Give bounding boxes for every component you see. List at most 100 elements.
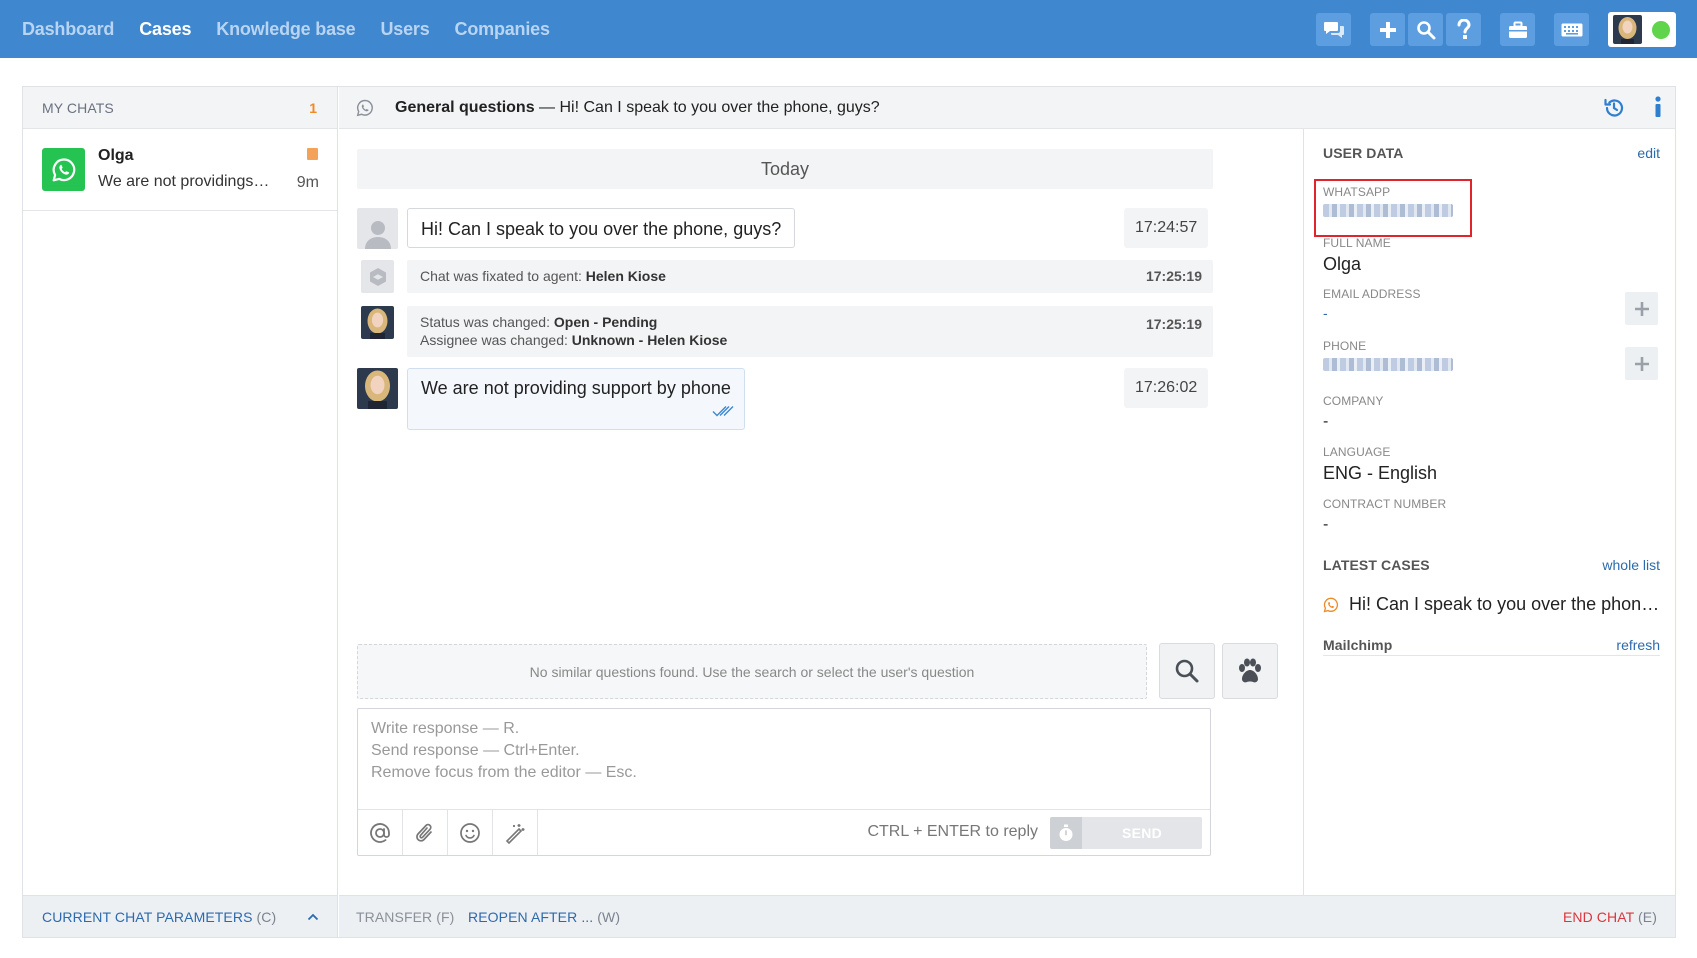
event-time: 17:25:19 xyxy=(1145,316,1202,332)
history-button[interactable] xyxy=(1603,97,1625,124)
chevron-up-icon xyxy=(307,913,319,920)
reopen-label: REOPEN AFTER ... xyxy=(468,909,594,925)
nav-knowledge-base[interactable]: Knowledge base xyxy=(216,19,355,40)
latest-case-item[interactable]: Hi! Can I speak to you over the phone, g… xyxy=(1323,594,1660,615)
latest-cases-header: LATEST CASES whole list xyxy=(1323,557,1660,573)
send-button[interactable]: SEND xyxy=(1082,817,1202,849)
day-divider: Today xyxy=(357,149,1213,189)
my-chats-title: MY CHATS xyxy=(42,99,114,116)
email-value[interactable]: - xyxy=(1323,305,1328,321)
assignee-change-value: Unknown - Helen Kiose xyxy=(571,332,728,348)
chat-title: General questions — Hi! Can I speak to y… xyxy=(395,99,880,117)
chat-list-item[interactable]: Olga We are not providingsu... 9m xyxy=(23,129,337,211)
chat-elapsed-time: 9m xyxy=(296,174,319,191)
event-agent-name: Helen Kiose xyxy=(585,268,666,284)
magic-wand-icon xyxy=(505,823,525,844)
delayed-send-button[interactable] xyxy=(1050,817,1082,849)
whatsapp-label: WHATSAPP xyxy=(1323,185,1391,199)
add-phone-button[interactable] xyxy=(1625,347,1658,380)
editor-toolbar: CTRL + ENTER to reply SEND xyxy=(358,809,1210,855)
current-chat-parameters-toggle[interactable]: CURRENT CHAT PARAMETERS (C) xyxy=(23,895,337,937)
user-menu[interactable] xyxy=(1608,12,1676,47)
paw-icon xyxy=(1239,658,1261,683)
briefcase-icon xyxy=(1508,21,1527,38)
email-label: EMAIL ADDRESS xyxy=(1323,287,1421,301)
chat-actions-bar: TRANSFER (F) REOPEN AFTER ... (W) END CH… xyxy=(339,895,1675,937)
contract-number-value: - xyxy=(1323,516,1329,533)
magic-wand-button[interactable] xyxy=(493,810,538,855)
language-value: ENG - English xyxy=(1323,463,1438,483)
user-data-header: USER DATA edit xyxy=(1323,145,1660,161)
history-icon xyxy=(1604,98,1624,117)
reopen-after-button[interactable]: REOPEN AFTER ... (W) xyxy=(468,909,620,925)
keyboard-shortcuts-button[interactable] xyxy=(1554,13,1589,46)
search-questions-button[interactable] xyxy=(1159,643,1215,699)
response-editor[interactable]: Write response — R. Send response — Ctrl… xyxy=(357,708,1211,856)
cases-workspace: MY CHATS 1 Olga We are not providingsu..… xyxy=(22,86,1676,938)
briefcase-button[interactable] xyxy=(1500,13,1535,46)
chats-button[interactable] xyxy=(1316,13,1351,46)
nav-cases[interactable]: Cases xyxy=(139,19,191,40)
event-status-line: Status was changed: Open - Pending xyxy=(420,313,1200,331)
paw-suggestions-button[interactable] xyxy=(1222,643,1278,699)
bot-logo-icon xyxy=(369,267,386,286)
emoji-button[interactable] xyxy=(448,810,493,855)
mailchimp-title: Mailchimp xyxy=(1323,637,1393,653)
similar-questions-box: No similar questions found. Use the sear… xyxy=(357,644,1147,699)
info-icon xyxy=(1655,96,1661,117)
add-button[interactable] xyxy=(1370,13,1405,46)
attach-file-button[interactable] xyxy=(403,810,448,855)
search-button[interactable] xyxy=(1408,13,1443,46)
end-chat-button[interactable]: END CHAT (E) xyxy=(1563,909,1657,925)
case-first-message: Hi! Can I speak to you over the phone, g… xyxy=(559,99,880,116)
add-email-button[interactable] xyxy=(1625,292,1658,325)
whatsapp-outline-icon xyxy=(1323,597,1339,612)
placeholder-line-3: Remove focus from the editor — Esc. xyxy=(371,764,637,781)
nav-dashboard[interactable]: Dashboard xyxy=(22,19,114,40)
customer-message: Hi! Can I speak to you over the phone, g… xyxy=(407,208,796,248)
unread-flag xyxy=(307,148,318,160)
mention-button[interactable] xyxy=(358,810,403,855)
smiley-icon xyxy=(460,822,480,843)
agent-message-avatar xyxy=(357,368,398,409)
current-chat-parameters-label: CURRENT CHAT PARAMETERS (C) xyxy=(42,909,276,925)
online-status-indicator xyxy=(1652,21,1670,39)
plus-icon xyxy=(1634,356,1649,371)
reply-shortcut-hint: CTRL + ENTER to reply xyxy=(867,823,1038,840)
my-chats-header: MY CHATS 1 xyxy=(23,87,337,129)
event-time: 17:25:19 xyxy=(1145,268,1202,284)
chat-header: General questions — Hi! Can I speak to y… xyxy=(339,87,1675,129)
conversation-area: Today Hi! Can I speak to you over the ph… xyxy=(339,129,1278,895)
search-icon xyxy=(1416,20,1435,39)
placeholder-line-2: Send response — Ctrl+Enter. xyxy=(371,742,580,759)
question-icon xyxy=(1457,18,1471,39)
nav-users[interactable]: Users xyxy=(381,19,430,40)
whole-list-link[interactable]: whole list xyxy=(1602,557,1660,573)
message-time: 17:26:02 xyxy=(1124,368,1209,408)
paperclip-icon xyxy=(416,823,432,842)
mailchimp-refresh-link[interactable]: refresh xyxy=(1616,637,1660,653)
status-change-label: Status was changed: xyxy=(420,314,550,330)
agent-avatar-small xyxy=(361,306,394,339)
status-change-value: Open - Pending xyxy=(553,314,658,330)
at-sign-icon xyxy=(370,822,390,843)
system-avatar xyxy=(361,260,394,293)
phone-number-redacted xyxy=(1323,358,1453,371)
full-name-value: Olga xyxy=(1323,254,1362,274)
help-button[interactable] xyxy=(1446,13,1481,46)
transfer-button[interactable]: TRANSFER (F) xyxy=(356,909,454,925)
mailchimp-header: Mailchimp refresh xyxy=(1323,637,1660,653)
chat-preview-text: We are not providingsu... xyxy=(98,173,273,190)
user-placeholder-icon xyxy=(364,221,391,249)
user-data-panel: USER DATA edit WHATSAPP FULL NAME Olga E… xyxy=(1303,129,1675,895)
full-name-label: FULL NAME xyxy=(1323,236,1391,250)
info-button[interactable] xyxy=(1653,96,1663,123)
nav-companies[interactable]: Companies xyxy=(455,19,550,40)
whatsapp-channel-tile xyxy=(42,148,85,191)
plus-icon xyxy=(1379,21,1396,38)
company-value: - xyxy=(1323,413,1329,430)
whatsapp-icon xyxy=(52,157,75,181)
whatsapp-number-redacted xyxy=(1323,204,1453,217)
edit-user-link[interactable]: edit xyxy=(1637,145,1660,161)
phone-label: PHONE xyxy=(1323,339,1367,353)
